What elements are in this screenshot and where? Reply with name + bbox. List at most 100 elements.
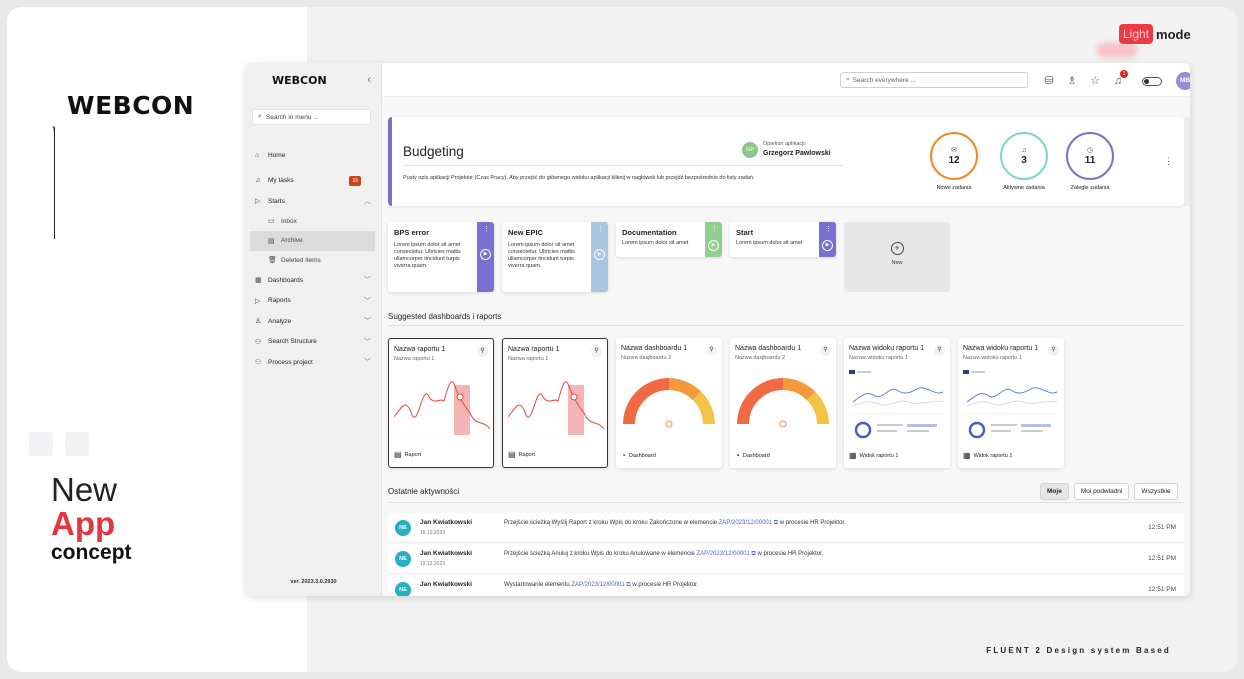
vertical-line (54, 127, 55, 239)
topbar-icons: ⛁ ♗ ☆ ♫ 1 MB (1042, 70, 1190, 90)
tab-wszystkie[interactable]: Wszystkie (1134, 483, 1178, 500)
play-icon[interactable]: ▶ (480, 249, 491, 260)
stat-ring: ◷ 11 (1066, 132, 1114, 180)
sidebar-item-deleted[interactable]: 🗑 Deleted items (246, 251, 381, 271)
sidebar-item-label: Starts (268, 197, 285, 205)
sidebar-item-process-project[interactable]: ⚇ Process project ﹀ (246, 352, 381, 373)
database-icon[interactable]: ⛁ (1042, 74, 1056, 88)
play-icon[interactable]: ▶ (708, 240, 719, 251)
tab-moi-podwladni[interactable]: Moi podwładni (1073, 483, 1130, 500)
sidebar-item-starts[interactable]: ▷ Starts ︿ (246, 191, 381, 212)
report-view-thumbnail (849, 370, 945, 439)
report-line-chart (394, 381, 490, 438)
theme-toggle[interactable] (1142, 76, 1162, 86)
process-tile-documentation[interactable]: Documentation Lorem ipsum dolor sit amet… (616, 222, 722, 257)
app-window: WEBCON ‹ ⌕ Search in menu ... ⌂ Home ♫ M… (246, 63, 1190, 596)
new-tile-button[interactable]: + New (844, 222, 950, 292)
clock-icon: ◷ (1086, 146, 1094, 154)
search-icon: ⌕ (258, 113, 262, 120)
report-view-thumbnail (963, 370, 1059, 439)
sidebar-item-label: Process project (268, 358, 313, 366)
suggested-card-dashboard[interactable]: Nazwa dashboardu 1 Nazwa dasjboardu 2 ⚲ … (730, 338, 836, 468)
sidebar-item-my-tasks[interactable]: ♫ My tasks 15 (246, 171, 381, 192)
play-icon[interactable]: ▶ (594, 249, 605, 260)
more-options-icon[interactable]: ⋮ (1164, 156, 1173, 167)
sidebar-item-raports[interactable]: ▷ Raports ﹀ (246, 291, 381, 312)
tile-title: Start (736, 228, 754, 237)
play-icon[interactable]: ▶ (822, 240, 833, 251)
inbox-icon: ▭ (268, 218, 275, 226)
divider (403, 165, 843, 166)
bell-icon[interactable]: ♫ 1 (1111, 70, 1128, 88)
stat-active-tasks[interactable]: ♫ 3 Aktywne zadania (994, 132, 1054, 191)
suggested-card-report[interactable]: Nazwa raportu 1 Nazwa raportu 1 ⚲ ▤ Rapo… (388, 338, 494, 468)
search-icon: ⌕ (846, 76, 850, 83)
person-sync-icon[interactable]: ♗ (1065, 74, 1079, 88)
sidebar-item-inbox[interactable]: ▭ Inbox (246, 212, 381, 232)
tile-description: Lorem ipsum dolor sit amet consectetur. … (508, 242, 575, 269)
element-link[interactable]: ZAP/2023/12/00001 (719, 520, 772, 526)
card-footer-label: Widok raportu 1 (859, 452, 899, 459)
tab-moje[interactable]: Moje (1040, 483, 1069, 500)
avatar: NE (395, 520, 411, 536)
user-avatar[interactable]: MB (1176, 72, 1190, 90)
more-options-icon[interactable]: ⋮ (483, 225, 490, 233)
report-line-chart (508, 381, 604, 438)
plus-icon: + (890, 242, 904, 255)
menu-search-placeholder: Search in menu ... (265, 113, 319, 121)
pin-icon[interactable]: ⚲ (820, 345, 831, 356)
tasks-count-badge: 15 (349, 175, 361, 186)
open-external-icon[interactable]: ⧉ (774, 520, 778, 526)
activity-text: Wystartowanie elementu ZAP/2023/12/00001… (504, 582, 698, 589)
open-external-icon[interactable]: ⧉ (626, 582, 630, 588)
suggested-card-view[interactable]: Nazwa widoku raportu 1 Nazwa widoku rapo… (844, 338, 950, 468)
stat-new-tasks[interactable]: ✉ 12 Nowe zadania (924, 132, 984, 191)
more-options-icon[interactable]: ⋮ (711, 225, 718, 233)
concept-line-3: concept (51, 541, 132, 564)
card-footer-label: Raport (518, 451, 536, 458)
star-icon[interactable]: ☆ (1088, 74, 1102, 88)
suggested-card-dashboard[interactable]: Nazwa dashboardu 1 Nazwa dasjboardu 2 ⚲ … (616, 338, 722, 468)
pin-icon[interactable]: ⚲ (591, 346, 602, 357)
pin-icon[interactable]: ⚲ (1048, 345, 1059, 356)
card-footer: ◔ Dashboard (735, 451, 770, 460)
activity-row[interactable]: NE Jan Kwiatkowski Wystartowanie element… (388, 575, 1184, 596)
stat-ring: ♫ 3 (1000, 132, 1048, 180)
suggested-card-view[interactable]: Nazwa widoku raportu 1 Nazwa widoku rapo… (958, 338, 1064, 468)
activity-time: 12:51 PM (1148, 586, 1176, 593)
menu-search-input[interactable]: ⌕ Search in menu ... (252, 109, 371, 125)
process-tile-new-epic[interactable]: New EPIC Lorem ipsum dolor sit amet cons… (502, 222, 608, 292)
pin-icon[interactable]: ⚲ (706, 345, 717, 356)
more-options-icon[interactable]: ⋮ (597, 225, 604, 233)
activity-row[interactable]: NE Jan Kwiatkowski 19.12.2023 Przejście … (388, 513, 1184, 543)
sidebar-item-archive[interactable]: ▤ Archive (250, 231, 375, 251)
process-tile-bps-error[interactable]: BPS error Lorem ipsum dolor sit amet con… (388, 222, 494, 292)
pin-icon[interactable]: ⚲ (934, 345, 945, 356)
process-tile-start[interactable]: Start Lorem ipsum dolor sit amet ⋮ ▶ (730, 222, 836, 257)
card-footer-label: Dashboard (628, 452, 656, 459)
activity-row[interactable]: NE Jan Kwiatkowski 19.12.2023 Przejście … (388, 544, 1184, 574)
element-link[interactable]: ZAP/2023/12/00001 (696, 551, 749, 557)
chevron-left-icon[interactable]: ‹ (367, 74, 371, 86)
sidebar-item-label: Search Structure (268, 338, 317, 346)
stat-overdue-tasks[interactable]: ◷ 11 Zaległe zadania (1060, 132, 1120, 191)
org-icon: ⚇ (255, 359, 262, 367)
tile-title: New EPIC (508, 228, 544, 237)
sidebar-item-analyze[interactable]: ♙ Analyze ﹀ (246, 311, 381, 332)
lightmode-glow (1097, 43, 1137, 57)
sidebar-item-home[interactable]: ⌂ Home (246, 145, 381, 166)
sidebar-item-label: Raports (268, 297, 291, 305)
org-icon: ⚇ (255, 338, 262, 346)
suggested-card-report[interactable]: Nazwa raportu 1 Nazwa raportu 1 ⚲ ▤ Rapo… (502, 338, 608, 468)
sidebar-item-dashboards[interactable]: ▦ Dashboards ﹀ (246, 270, 381, 291)
global-search-input[interactable]: ⌕ Search everywhere ... (840, 72, 1028, 88)
sidebar: WEBCON ‹ ⌕ Search in menu ... ⌂ Home ♫ M… (246, 63, 382, 596)
open-external-icon[interactable]: ⧉ (752, 551, 756, 557)
app-header-card[interactable]: Budgeting Pusty opis aplikacji Projektor… (388, 117, 1184, 206)
sidebar-logo: WEBCON (272, 73, 327, 87)
element-link[interactable]: ZAP/2023/12/00001 (571, 582, 624, 588)
card-title: Nazwa dashboardu 1 (621, 345, 688, 352)
more-options-icon[interactable]: ⋮ (825, 225, 832, 233)
pin-icon[interactable]: ⚲ (477, 346, 488, 357)
sidebar-item-search-structure[interactable]: ⚇ Search Structure ﹀ (246, 332, 381, 353)
